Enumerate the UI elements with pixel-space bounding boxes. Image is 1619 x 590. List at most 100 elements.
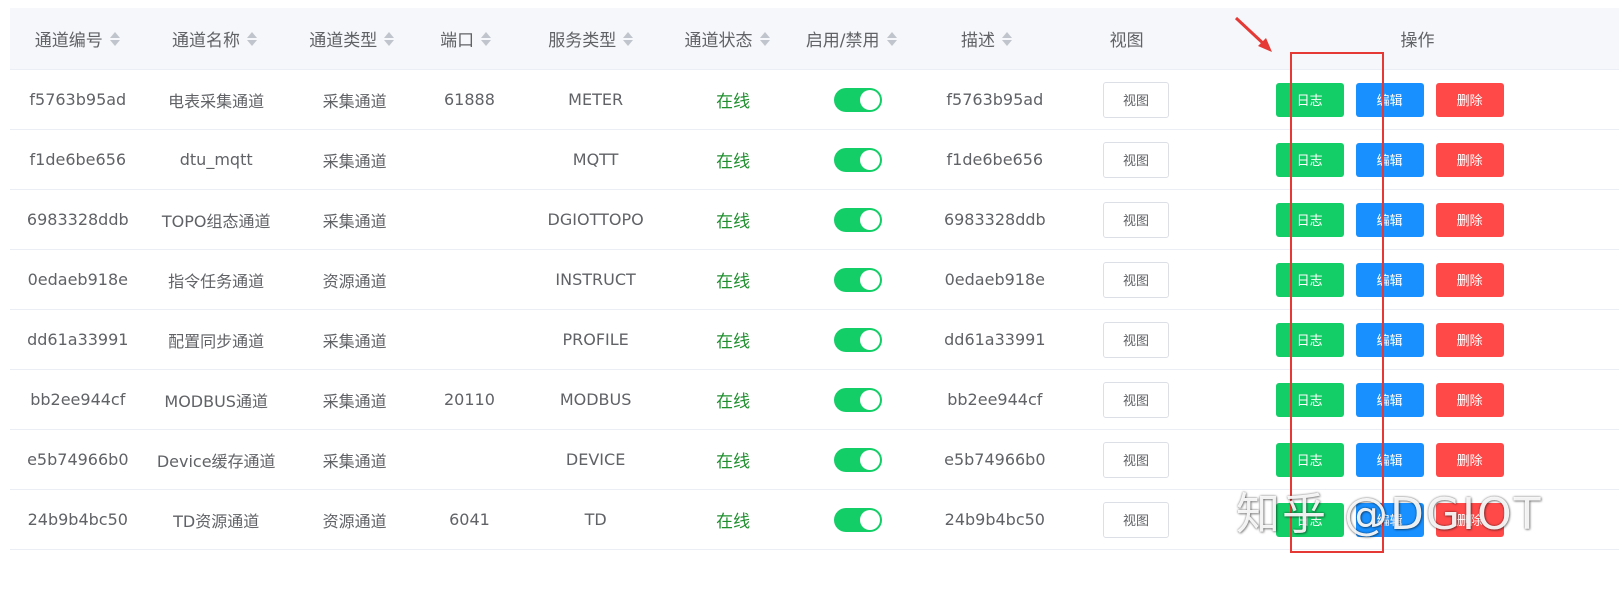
view-button[interactable]: 视图 (1103, 501, 1170, 538)
status-badge: 在线 (716, 152, 751, 172)
delete-button[interactable]: 删除 (1435, 502, 1504, 537)
sort-icon[interactable] (246, 31, 257, 46)
edit-button[interactable]: 编辑 (1355, 82, 1424, 117)
enable-toggle[interactable] (834, 387, 883, 412)
log-button[interactable]: 日志 (1275, 202, 1344, 237)
action-buttons: 日志 编辑 删除 (1208, 202, 1504, 237)
cell-name: 配置同步通道 (168, 331, 265, 351)
edit-button[interactable]: 编辑 (1355, 442, 1424, 477)
cell-actions: 日志 编辑 删除 (1208, 322, 1619, 357)
enable-toggle[interactable] (834, 507, 883, 532)
action-buttons: 日志 编辑 删除 (1208, 322, 1504, 357)
status-badge: 在线 (716, 272, 751, 292)
toggle-knob (860, 89, 881, 110)
delete-button[interactable]: 删除 (1435, 142, 1504, 177)
col-header-type[interactable]: 通道类型 (284, 26, 418, 51)
sort-icon[interactable] (886, 31, 897, 46)
col-header-label: 描述 (961, 31, 996, 51)
delete-button[interactable]: 删除 (1435, 202, 1504, 237)
log-button[interactable]: 日志 (1275, 502, 1344, 537)
enable-toggle[interactable] (834, 147, 883, 172)
sort-icon[interactable] (759, 31, 770, 46)
col-header-name[interactable]: 通道名称 (144, 26, 284, 51)
edit-button[interactable]: 编辑 (1355, 322, 1424, 357)
sort-icon[interactable] (1002, 31, 1013, 46)
view-button[interactable]: 视图 (1103, 441, 1170, 478)
delete-button[interactable]: 删除 (1435, 382, 1504, 417)
edit-button[interactable]: 编辑 (1355, 382, 1424, 417)
cell-id: 0edaeb918e (27, 270, 128, 289)
toggle-knob (860, 149, 881, 170)
cell-enabled (791, 87, 925, 112)
enable-toggle[interactable] (834, 447, 883, 472)
cell-desc: bb2ee944cf (947, 390, 1043, 409)
table-row: 0edaeb918e 指令任务通道 资源通道 INSTRUCT 在线 0edae… (10, 250, 1619, 310)
action-buttons: 日志 编辑 删除 (1208, 502, 1504, 537)
sort-icon[interactable] (109, 31, 120, 46)
view-button[interactable]: 视图 (1103, 321, 1170, 358)
cell-name: 电表采集通道 (168, 91, 265, 111)
status-badge: 在线 (716, 392, 751, 412)
cell-view: 视图 (1064, 141, 1207, 178)
log-button[interactable]: 日志 (1275, 262, 1344, 297)
enable-toggle[interactable] (834, 207, 883, 232)
enable-toggle[interactable] (834, 327, 883, 352)
col-header-service[interactable]: 服务类型 (512, 26, 669, 51)
edit-button[interactable]: 编辑 (1355, 202, 1424, 237)
cell-actions: 日志 编辑 删除 (1208, 262, 1619, 297)
view-button[interactable]: 视图 (1103, 141, 1170, 178)
cell-desc: 24b9b4bc50 (944, 510, 1045, 529)
cell-desc: e5b74966b0 (944, 450, 1046, 469)
view-button[interactable]: 视图 (1103, 261, 1170, 298)
sort-icon[interactable] (623, 31, 634, 46)
cell-actions: 日志 编辑 删除 (1208, 382, 1619, 417)
col-header-label: 视图 (1109, 31, 1144, 51)
sort-icon[interactable] (481, 31, 492, 46)
cell-view: 视图 (1064, 441, 1207, 478)
cell-service: TD (584, 510, 607, 529)
toggle-knob (860, 269, 881, 290)
view-button[interactable]: 视图 (1103, 81, 1170, 118)
view-button[interactable]: 视图 (1103, 381, 1170, 418)
edit-button[interactable]: 编辑 (1355, 502, 1424, 537)
col-header-id[interactable]: 通道编号 (10, 26, 144, 51)
status-badge: 在线 (716, 452, 751, 472)
cell-port: 6041 (449, 510, 490, 529)
cell-view: 视图 (1064, 261, 1207, 298)
table-body: f5763b95ad 电表采集通道 采集通道 61888 METER 在线 f5… (10, 70, 1619, 550)
cell-name: TOPO组态通道 (161, 211, 271, 231)
log-button[interactable]: 日志 (1275, 442, 1344, 477)
table-header: 通道编号 通道名称 通道类型 端口 服务类型 通道状态 启用/禁用 描述 视图 … (10, 8, 1619, 70)
enable-toggle[interactable] (834, 267, 883, 292)
cell-type: 采集通道 (322, 331, 387, 351)
edit-button[interactable]: 编辑 (1355, 262, 1424, 297)
col-header-label: 通道类型 (309, 31, 378, 51)
log-button[interactable]: 日志 (1275, 82, 1344, 117)
log-button[interactable]: 日志 (1275, 382, 1344, 417)
view-button[interactable]: 视图 (1103, 201, 1170, 238)
table-row: f1de6be656 dtu_mqtt 采集通道 MQTT 在线 f1de6be… (10, 130, 1619, 190)
delete-button[interactable]: 删除 (1435, 322, 1504, 357)
cell-enabled (791, 507, 925, 532)
cell-desc: f1de6be656 (946, 150, 1044, 169)
red-arrow-icon (1234, 16, 1272, 52)
col-header-port[interactable]: 端口 (419, 26, 512, 51)
enable-toggle[interactable] (834, 87, 883, 112)
col-header-enabled[interactable]: 启用/禁用 (785, 26, 918, 51)
delete-button[interactable]: 删除 (1435, 262, 1504, 297)
cell-service: MQTT (572, 150, 619, 169)
cell-type: 采集通道 (322, 151, 387, 171)
log-button[interactable]: 日志 (1275, 142, 1344, 177)
delete-button[interactable]: 删除 (1435, 442, 1504, 477)
edit-button[interactable]: 编辑 (1355, 142, 1424, 177)
delete-button[interactable]: 删除 (1435, 82, 1504, 117)
col-header-desc[interactable]: 描述 (917, 26, 1055, 51)
log-button[interactable]: 日志 (1275, 322, 1344, 357)
sort-icon[interactable] (384, 31, 395, 46)
cell-enabled (791, 147, 925, 172)
table-row: f5763b95ad 电表采集通道 采集通道 61888 METER 在线 f5… (10, 70, 1619, 130)
col-header-label: 端口 (440, 31, 475, 51)
status-badge: 在线 (716, 92, 751, 112)
channel-table: 通道编号 通道名称 通道类型 端口 服务类型 通道状态 启用/禁用 描述 视图 … (10, 8, 1619, 550)
col-header-status[interactable]: 通道状态 (669, 26, 785, 51)
